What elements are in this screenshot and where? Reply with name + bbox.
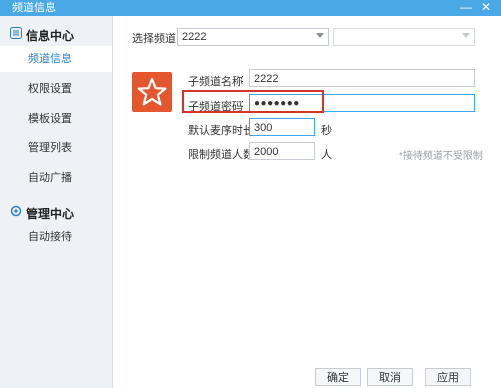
list-icon xyxy=(10,27,22,39)
sidebar-item-template[interactable]: 模板设置 xyxy=(0,106,112,132)
sub-name-label: 子频道名称 xyxy=(188,76,243,88)
channel-select[interactable]: 2222 xyxy=(177,28,329,46)
channel-avatar xyxy=(132,72,172,112)
sidebar-item-auto-broadcast[interactable]: 自动广播 xyxy=(0,165,112,191)
annotation-highlight-box xyxy=(182,90,324,113)
limit-hint: *接待频道不受限制 xyxy=(399,151,483,162)
gear-icon xyxy=(10,205,22,217)
apply-button[interactable]: 应用 xyxy=(425,368,471,386)
select-channel-label: 选择频道: xyxy=(132,33,180,45)
mic-time-input[interactable]: 300 xyxy=(249,118,315,136)
group-label: 信息中心 xyxy=(26,29,75,43)
sidebar-item-channel-info[interactable]: 频道信息 xyxy=(0,46,112,72)
title-bar: 频道信息 — ✕ xyxy=(0,0,501,16)
channel-select-value: 2222 xyxy=(182,31,207,43)
sidebar-item-permission[interactable]: 权限设置 xyxy=(0,76,112,102)
sidebar-item-auto-reception[interactable]: 自动接待 xyxy=(0,224,112,250)
minimize-button[interactable]: — xyxy=(460,1,472,13)
limit-users-unit: 人 xyxy=(321,149,332,161)
group-info-center[interactable]: 信息中心 xyxy=(0,22,112,46)
limit-users-label: 限制频道人数: xyxy=(188,149,258,161)
mic-time-unit: 秒 xyxy=(321,125,332,137)
chevron-down-icon xyxy=(462,33,470,38)
mic-time-label: 默认麦序时长: xyxy=(188,125,258,137)
chevron-down-icon xyxy=(316,33,324,38)
limit-users-input[interactable]: 2000 xyxy=(249,142,315,160)
group-manage-center[interactable]: 管理中心 xyxy=(0,200,112,224)
sub-channel-name-input[interactable]: 2222 xyxy=(249,69,475,87)
sidebar: 信息中心 频道信息 权限设置 模板设置 管理列表 自动广播 管理中心 自动接待 xyxy=(0,16,113,388)
close-button[interactable]: ✕ xyxy=(480,1,492,13)
ok-button[interactable]: 确定 xyxy=(315,368,361,386)
window-title: 频道信息 xyxy=(12,2,56,14)
sub-name-colon: : xyxy=(241,73,245,85)
star-icon xyxy=(137,77,167,106)
sub-channel-select[interactable] xyxy=(333,28,475,46)
group-label: 管理中心 xyxy=(26,207,75,221)
sidebar-item-manage-list[interactable]: 管理列表 xyxy=(0,135,112,161)
cancel-button[interactable]: 取消 xyxy=(367,368,413,386)
main-panel: 选择频道: 2222 子频道名称 : 2222 子频道密码 : ●●●●●●● … xyxy=(113,16,501,388)
